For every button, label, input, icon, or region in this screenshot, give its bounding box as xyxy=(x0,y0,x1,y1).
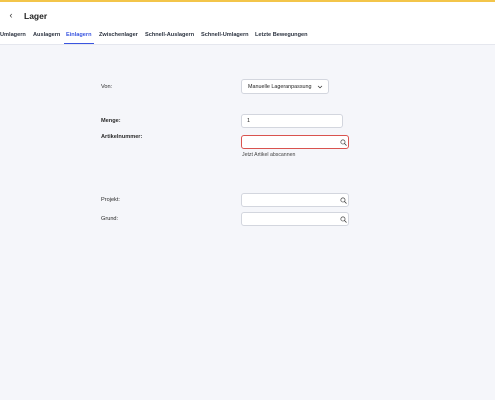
von-select-value: Manuelle Lageranpassung xyxy=(248,84,312,90)
tab-letzte-bewegungen[interactable]: Letzte Bewegungen xyxy=(255,31,308,39)
tab-auslagern[interactable]: Auslagern xyxy=(33,31,60,39)
tab-zwischenlager[interactable]: Zwischenlager xyxy=(99,31,138,39)
grund-label: Grund: xyxy=(101,216,119,222)
artikelnummer-input[interactable] xyxy=(241,135,349,149)
artikelnummer-label: Artikelnummer: xyxy=(101,134,143,140)
menge-label: Menge: xyxy=(101,118,121,124)
projekt-label: Projekt: xyxy=(101,197,120,203)
tab-bar: Umlagern Auslagern Einlagern Zwischenlag… xyxy=(0,28,495,45)
chevron-left-icon: ‹ xyxy=(9,10,13,20)
grund-input[interactable] xyxy=(241,212,349,226)
tab-schnell-auslagern[interactable]: Schnell-Auslagern xyxy=(145,31,194,39)
tab-schnell-umlagern[interactable]: Schnell-Umlagern xyxy=(201,31,249,39)
von-select[interactable]: Manuelle Lageranpassung xyxy=(241,79,329,94)
von-label: Von: xyxy=(101,84,113,90)
app-header: ‹ Lager xyxy=(0,2,495,28)
tab-umlagern[interactable]: Umlagern xyxy=(0,31,26,39)
menge-input[interactable] xyxy=(241,114,343,128)
tab-einlagern[interactable]: Einlagern xyxy=(66,31,92,39)
search-icon[interactable] xyxy=(340,197,347,204)
page-title: Lager xyxy=(24,11,48,21)
back-button[interactable]: ‹ xyxy=(6,9,16,21)
search-icon[interactable] xyxy=(340,216,347,223)
artikelnummer-hint: Jetzt Artikel abscannen xyxy=(242,152,296,158)
active-tab-indicator xyxy=(64,43,94,44)
chevron-down-icon xyxy=(317,85,323,89)
projekt-input[interactable] xyxy=(241,193,349,207)
search-icon[interactable] xyxy=(340,139,347,146)
